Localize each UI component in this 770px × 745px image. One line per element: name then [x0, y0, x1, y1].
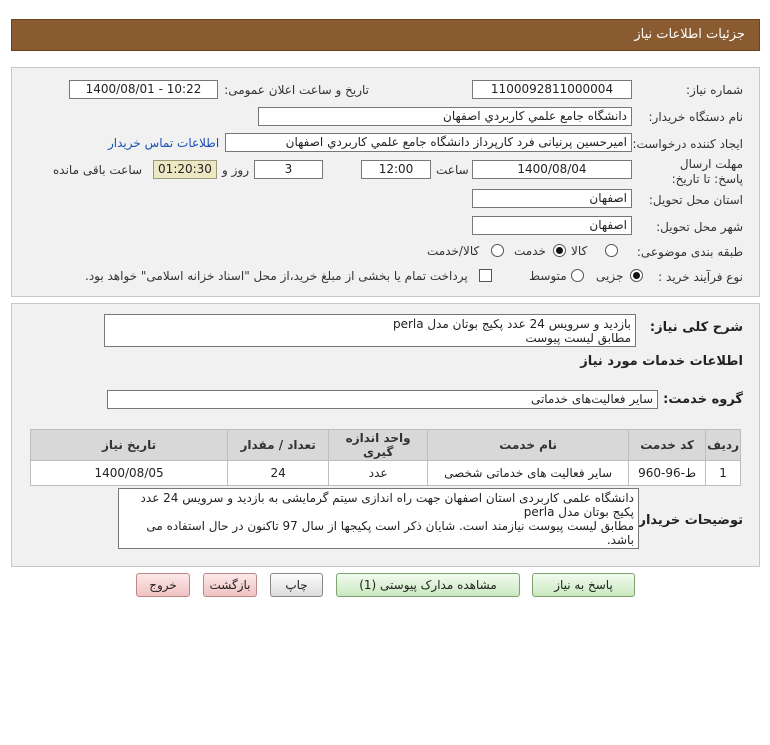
need-number-label: شماره نیاز:	[686, 83, 743, 97]
print-button[interactable]: چاپ	[270, 573, 323, 597]
process-minor-label: جزیی	[596, 269, 624, 283]
service-group-field: سایر فعالیت‌های خدماتی	[107, 390, 658, 409]
category-service-label: خدمت	[514, 244, 546, 258]
exit-button[interactable]: خروج	[136, 573, 190, 597]
requester-field: امیرحسین پرنیانی فرد کارپرداز دانشگاه جا…	[225, 133, 632, 152]
cell-code: ط-96-960	[628, 460, 707, 486]
table-header-row: ردیف کد خدمت نام خدمت واحد اندازه گیری ت…	[29, 429, 741, 461]
reply-button[interactable]: پاسخ به نیاز	[532, 573, 635, 597]
attachments-button[interactable]: مشاهده مدارک پیوستی (1)	[336, 573, 520, 597]
payment-note: پرداخت تمام یا بخشی از مبلغ خرید،از محل …	[85, 269, 468, 283]
page-title: جزئیات اطلاعات نیاز	[634, 27, 745, 42]
summary-line-2: مطابق لیست پیوست	[525, 331, 631, 345]
category-goods-service-radio[interactable]	[491, 244, 504, 257]
category-goods-radio[interactable]	[605, 244, 618, 257]
city-label: شهر محل تحویل:	[656, 220, 743, 234]
buyer-desc-line-3: مطابق لیست پیوست نیازمند است. شایان ذکر …	[146, 519, 634, 533]
services-title: اطلاعات خدمات مورد نیاز	[580, 354, 743, 369]
process-medium-radio[interactable]	[571, 269, 584, 282]
need-number-field: 1100092811000004	[472, 80, 632, 99]
back-button[interactable]: بازگشت	[203, 573, 257, 597]
col-qty-header: تعداد / مقدار	[227, 429, 330, 461]
category-label: طبقه بندی موضوعی:	[636, 245, 743, 259]
buyer-contact-link[interactable]: اطلاعات تماس خریدار	[108, 136, 219, 150]
process-medium-label: متوسط	[529, 269, 567, 283]
buyer-desc-line-1: دانشگاه علمی کاربردی استان اصفهان جهت را…	[140, 491, 634, 505]
cell-unit: عدد	[328, 460, 429, 486]
col-date-header: تاریخ نیاز	[29, 429, 229, 461]
col-code-header: کد خدمت	[628, 429, 707, 461]
buyer-desc-line-4: باشد.	[606, 533, 634, 547]
cell-date: 1400/08/05	[29, 460, 229, 486]
deadline-time-field: 12:00	[361, 160, 431, 179]
category-goods-label: کالا	[571, 244, 588, 258]
time-label: ساعت	[436, 163, 469, 177]
buyer-desc-line-2: پکیج بوتان مدل perla	[523, 505, 634, 519]
remaining-label: ساعت باقی مانده	[53, 163, 143, 177]
province-field: اصفهان	[472, 189, 632, 208]
process-label: نوع فرآیند خرید :	[658, 270, 743, 284]
category-service-radio[interactable]	[553, 244, 566, 257]
col-unit-header: واحد اندازه گیری	[328, 429, 429, 461]
col-name-header: نام خدمت	[427, 429, 630, 461]
requester-label: ایجاد کننده درخواست:	[632, 137, 743, 151]
buyer-org-field: دانشگاه جامع علمي كاربردي اصفهان	[258, 107, 632, 126]
table-row: 1 ط-96-960 سایر فعالیت های خدماتی شخصی ع…	[29, 460, 741, 486]
province-label: استان محل تحویل:	[648, 193, 743, 207]
buyer-desc-box: دانشگاه علمی کاربردی استان اصفهان جهت را…	[118, 488, 639, 549]
category-goods-service-label: کالا/خدمت	[427, 244, 480, 258]
page-header: جزئیات اطلاعات نیاز	[11, 19, 760, 51]
buyer-desc-label: توضیحات خریدار:	[633, 513, 743, 528]
cell-row: 1	[705, 460, 741, 486]
treasury-checkbox[interactable]	[479, 269, 492, 282]
summary-box: بازدید و سرویس 24 عدد پکیج بوتان مدل per…	[104, 314, 636, 347]
cell-qty: 24	[227, 460, 330, 486]
service-group-label: گروه خدمت:	[663, 392, 743, 407]
announce-field: 1400/08/01 - 10:22	[69, 80, 218, 99]
city-field: اصفهان	[472, 216, 632, 235]
need-info-panel	[11, 67, 760, 297]
days-label: روز و	[222, 163, 249, 177]
summary-line-1: بازدید و سرویس 24 عدد پکیج بوتان مدل per…	[392, 317, 631, 331]
announce-label: تاریخ و ساعت اعلان عمومی:	[224, 83, 369, 97]
col-row-header: ردیف	[705, 429, 741, 461]
remaining-timer: 01:20:30	[153, 160, 217, 179]
days-field: 3	[254, 160, 323, 179]
buyer-org-label: نام دستگاه خریدار:	[648, 110, 744, 124]
deadline-date-field: 1400/08/04	[472, 160, 632, 179]
process-minor-radio[interactable]	[630, 269, 643, 282]
summary-label: شرح کلی نیاز:	[649, 320, 743, 335]
services-table: ردیف کد خدمت نام خدمت واحد اندازه گیری ت…	[29, 429, 741, 486]
cell-name: سایر فعالیت های خدماتی شخصی	[427, 460, 630, 486]
deadline-label: مهلت ارسال پاسخ: تا تاریخ:	[671, 157, 743, 186]
